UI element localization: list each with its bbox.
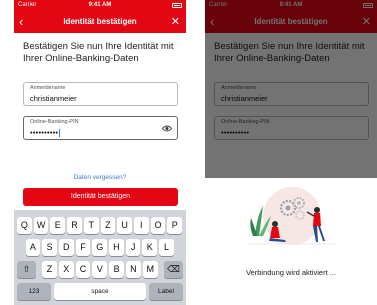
key-g[interactable]: G: [92, 239, 108, 256]
username-value: christianmeier: [30, 94, 77, 103]
keyboard: ⇧ ⌫ 123 space Label QWERTZUIOPASDFGHJKLZ…: [14, 210, 186, 305]
numbers-key[interactable]: 123: [17, 283, 51, 300]
pin-value: ••••••••••: [30, 128, 59, 137]
battery-icon: [172, 3, 182, 8]
key-i[interactable]: I: [133, 217, 149, 234]
nav-bar: ‹ Identität bestätigen ✕: [14, 11, 186, 33]
key-f[interactable]: F: [75, 239, 91, 256]
key-s[interactable]: S: [42, 239, 57, 256]
page-heading: Bestätigen Sie nun Ihre Identität mit Ih…: [23, 41, 174, 64]
key-j[interactable]: J: [125, 239, 141, 256]
activation-sheet: Verbindung wird aktiviert ...: [205, 178, 377, 305]
screenshot-root: Carrier 9:41 AM ‹ Identität bestätigen ✕…: [0, 0, 377, 305]
key-p[interactable]: P: [167, 217, 183, 234]
enter-key[interactable]: Label: [149, 283, 183, 300]
key-x[interactable]: X: [58, 261, 74, 278]
key-a[interactable]: A: [25, 239, 41, 256]
key-h[interactable]: H: [109, 239, 124, 256]
key-d[interactable]: D: [58, 239, 74, 256]
username-label: Anmeldename: [30, 85, 66, 91]
key-l[interactable]: L: [159, 239, 174, 256]
status-bar: Carrier 9:41 AM: [14, 0, 186, 11]
key-b[interactable]: B: [109, 261, 124, 278]
key-c[interactable]: C: [75, 261, 91, 278]
key-n[interactable]: N: [126, 261, 141, 278]
key-o[interactable]: O: [150, 217, 166, 234]
key-z[interactable]: Z: [42, 261, 57, 278]
username-field[interactable]: Anmeldename christianmeier: [23, 82, 178, 106]
key-k[interactable]: K: [142, 239, 158, 256]
connection-illustration: [249, 187, 335, 245]
phone-screen-activating: Carrier 9:41 AM ‹ Identität bestätigen ✕…: [205, 0, 377, 305]
forgot-data-link[interactable]: Daten vergessen?: [14, 174, 186, 181]
key-w[interactable]: W: [33, 217, 49, 234]
confirm-identity-button[interactable]: Identität bestätigen: [23, 188, 178, 206]
space-key[interactable]: space: [54, 283, 146, 300]
nav-title: Identität bestätigen: [63, 17, 137, 26]
activation-status-text: Verbindung wird aktiviert ...: [245, 268, 337, 277]
eye-icon[interactable]: [161, 124, 173, 134]
pin-field[interactable]: Online-Banking-PIN ••••••••••: [23, 116, 178, 140]
text-cursor: [59, 129, 61, 138]
key-r[interactable]: R: [67, 217, 82, 234]
key-v[interactable]: V: [92, 261, 108, 278]
key-q[interactable]: Q: [17, 217, 32, 234]
status-time: 9:41 AM: [88, 2, 112, 8]
delete-key[interactable]: ⌫: [164, 261, 183, 278]
pin-label: Online-Banking-PIN: [30, 119, 79, 125]
key-u[interactable]: U: [117, 217, 132, 234]
key-t[interactable]: T: [83, 217, 99, 234]
key-z[interactable]: Z: [100, 217, 116, 234]
eye-icon-svg: [161, 125, 173, 132]
key-m[interactable]: M: [142, 261, 158, 278]
phone-screen-login: Carrier 9:41 AM ‹ Identität bestätigen ✕…: [14, 0, 186, 305]
shift-key[interactable]: ⇧: [17, 261, 36, 278]
pin-value-wrap: ••••••••••: [30, 128, 61, 138]
key-e[interactable]: E: [50, 217, 66, 234]
close-icon[interactable]: ✕: [171, 12, 180, 32]
